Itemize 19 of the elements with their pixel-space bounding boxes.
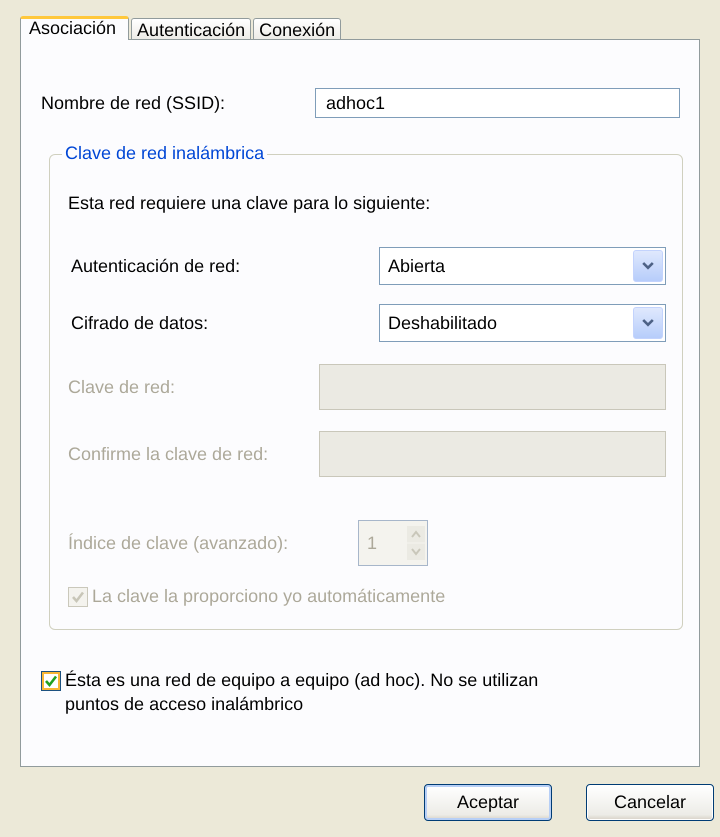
dropdown[interactable]: Deshabilitado (379, 304, 666, 342)
instruction-text: Esta red requiere una clave para lo siguiente: (68, 193, 432, 214)
dropdown[interactable]: Abierta (379, 247, 666, 285)
spin-arrows-icon (407, 526, 425, 560)
checkbox[interactable] (41, 671, 61, 691)
field-label: Cifrado de datos: (70, 312, 208, 334)
checkbox-label: Ésta es una red de equipo a equipo (ad hoc). No se utilizan puntos de acceso inalámbrico (65, 669, 540, 716)
dialog-button[interactable]: Cancelar (586, 784, 714, 821)
field-label: Clave de red: (68, 376, 176, 398)
input-field[interactable]: adhoc1 (315, 88, 680, 118)
field-label: Índice de clave (avanzado): (68, 532, 290, 554)
field-label: Autenticación de red: (70, 256, 240, 276)
checkbox-label: La clave la proporciono yo automáticamente (92, 586, 446, 607)
tab[interactable]: Asociación (20, 16, 130, 40)
tab[interactable]: Conexión (253, 18, 342, 39)
dialog-button[interactable]: Aceptar (424, 784, 552, 821)
tab[interactable]: Autenticación (131, 18, 252, 39)
field-label: Confirme la clave de red: (68, 444, 268, 464)
field-label: Nombre de red (SSID): (41, 92, 226, 114)
